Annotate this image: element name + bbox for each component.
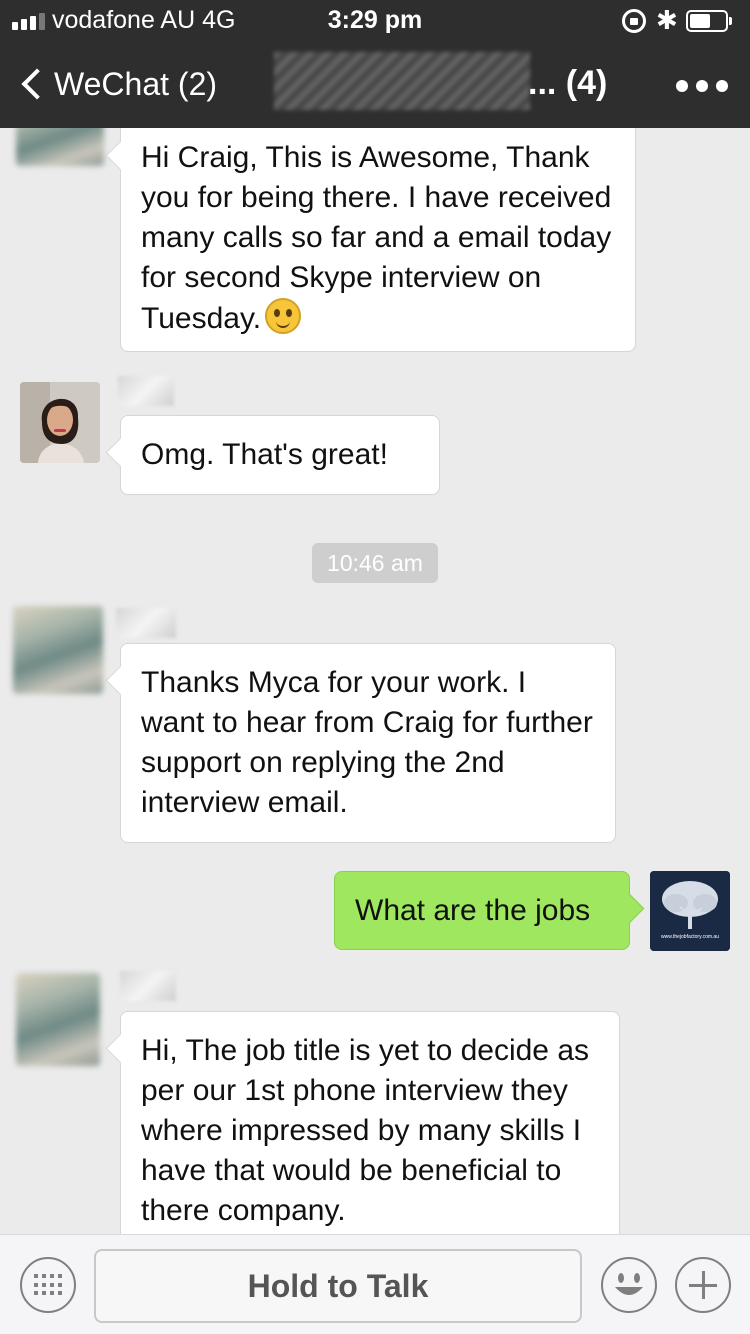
nav-bar: WeChat (2) ... (4) [0,42,750,128]
message-bubble[interactable]: Thanks Myca for your work. I want to hea… [120,643,616,843]
message-bubble[interactable]: Omg. That's great! [120,415,440,495]
bluetooth-icon: ✱ [656,5,678,35]
person-avatar-icon [20,382,100,463]
message-text: Hi Craig, This is Awesome, Thank you for… [141,141,612,335]
keyboard-toggle-button[interactable] [20,1257,76,1313]
avatar[interactable] [20,382,100,463]
avatar-caption: www.thejobfactory.com.au [661,934,719,940]
emoji-button[interactable] [601,1257,657,1313]
chat-area[interactable]: Hi Craig, This is Awesome, Thank you for… [0,128,750,1234]
hold-to-talk-button[interactable]: Hold to Talk [94,1249,582,1323]
avatar[interactable] [16,973,100,1066]
keyboard-icon [34,1274,62,1296]
sender-name-redacted [116,608,176,638]
chat-title-count: ... (4) [528,64,608,102]
back-label: WeChat (2) [54,65,218,102]
input-bar: Hold to Talk [0,1234,750,1334]
battery-icon [686,10,732,32]
more-functions-button[interactable] [675,1257,731,1313]
plus-icon-stroke [702,1271,705,1299]
chevron-left-icon [21,68,53,100]
status-bar: vodafone AU 4G 3:29 pm ✱ [0,0,750,42]
rotation-lock-icon [622,9,646,33]
avatar[interactable] [13,606,103,694]
timestamp: 10:46 am [312,543,438,583]
message-text: Omg. That's great! [141,438,388,471]
message-text: What are the jobs [355,894,591,927]
sender-name-redacted [118,376,174,406]
avatar[interactable] [16,128,104,166]
more-options-button[interactable] [676,66,728,106]
sent-message-bubble[interactable]: What are the jobs [334,871,630,950]
smile-emoji-icon [265,298,302,334]
message-text: Thanks Myca for your work. I want to hea… [141,666,593,819]
sender-name-redacted [120,971,176,1001]
message-bubble[interactable]: Hi, The job title is yet to decide as pe… [120,1011,620,1234]
top-bar: vodafone AU 4G 3:29 pm ✱ WeChat (2) ... … [0,0,750,128]
chat-title-redacted [274,52,530,110]
back-button[interactable]: WeChat (2) [18,62,217,106]
message-bubble[interactable]: Hi Craig, This is Awesome, Thank you for… [120,128,636,352]
avatar[interactable]: www.thejobfactory.com.au [650,871,730,951]
smile-icon [615,1273,643,1295]
message-text: Hi, The job title is yet to decide as pe… [141,1034,590,1227]
